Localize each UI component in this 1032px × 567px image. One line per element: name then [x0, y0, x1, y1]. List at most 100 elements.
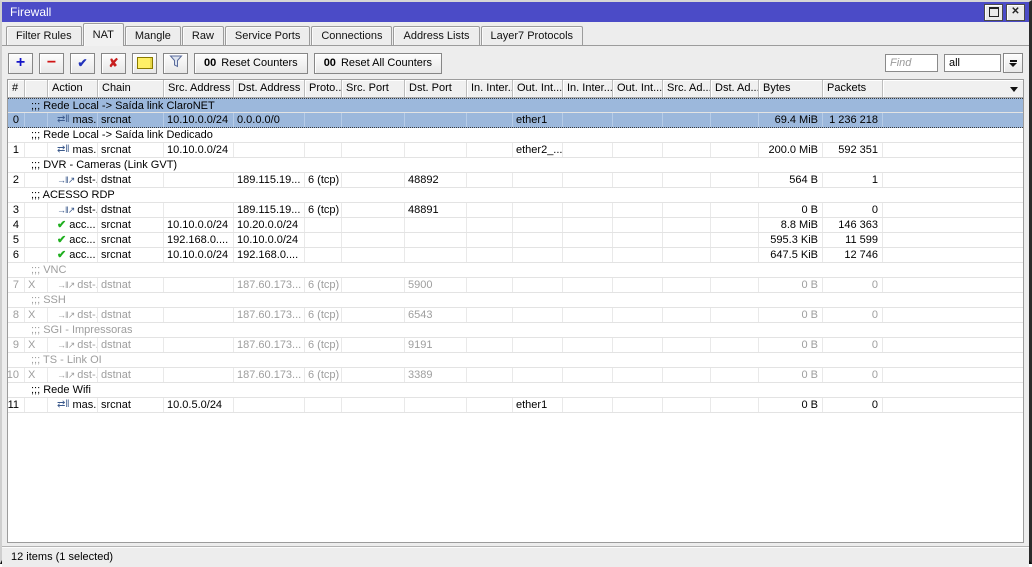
comment-row[interactable]: ;;; ACESSO RDP: [8, 188, 1023, 203]
comment-text: ;;; TS - Link OI: [31, 354, 102, 366]
cell-in_interface: [467, 248, 513, 262]
cell-src_port: [342, 368, 405, 382]
cell-dst_address: 189.115.19...: [234, 173, 305, 187]
cell-protocol: [305, 398, 342, 412]
comment-row[interactable]: ;;; Rede Local -> Saída link Dedicado: [8, 128, 1023, 143]
disable-button[interactable]: ✘: [101, 52, 126, 74]
cell-out_interface: [513, 248, 563, 262]
column-header-dst_address_list[interactable]: Dst. Ad...: [711, 80, 759, 97]
nat-rule-row[interactable]: 11 ⇄‖mas...srcnat10.0.5.0/24 ether1 0 B0: [8, 398, 1023, 413]
column-header-out_interface[interactable]: Out. Int...: [513, 80, 563, 97]
nat-rule-row[interactable]: 4 ✔ acc... srcnat 10.10.0.0/24 10.20.0.0/24 8.…: [8, 218, 1023, 233]
cell-src_address_list: [663, 338, 711, 352]
dst-nat-icon: →‖↗: [57, 204, 75, 215]
comment-row[interactable]: ;;; TS - Link OI: [8, 353, 1023, 368]
column-header-src_port[interactable]: Src. Port: [342, 80, 405, 97]
tab-layer7-protocols[interactable]: Layer7 Protocols: [480, 26, 584, 45]
enable-button[interactable]: ✔: [70, 52, 95, 74]
cell-src_port: [342, 278, 405, 292]
comment-row[interactable]: ;;; Rede Local -> Saída link ClaroNET: [8, 98, 1023, 113]
cell-out_interface_list: [613, 143, 663, 157]
title-bar[interactable]: Firewall ✕: [2, 2, 1029, 22]
tab-service-ports[interactable]: Service Ports: [224, 26, 311, 45]
action-label: dst-...: [77, 309, 98, 321]
nat-rule-row[interactable]: 6 ✔ acc... srcnat 10.10.0.0/24 192.168.0.... 6…: [8, 248, 1023, 263]
nat-rule-row[interactable]: 2 →‖↗dst-...dstnat 189.115.19...6 (tcp) 488…: [8, 173, 1023, 188]
column-header-action[interactable]: Action: [48, 80, 98, 97]
action-label: acc...: [69, 219, 96, 231]
cell-filler: [883, 173, 1023, 187]
comment-row[interactable]: ;;; SSH: [8, 293, 1023, 308]
cell-chain: srcnat: [98, 218, 164, 232]
comment-button[interactable]: [132, 52, 157, 74]
column-selector-icon[interactable]: [1010, 87, 1018, 92]
cell-src_port: [342, 173, 405, 187]
nat-rule-row[interactable]: 1 ⇄‖mas...srcnat10.10.0.0/24 ether2_... 200…: [8, 143, 1023, 158]
nat-rule-row[interactable]: 9X→‖↗dst-...dstnat187.60.173...6 (tcp)91…: [8, 338, 1023, 353]
scope-combo[interactable]: all: [944, 53, 1023, 73]
column-header-in_interface_list[interactable]: In. Inter...: [563, 80, 613, 97]
cell-dst_address: 10.20.0.0/24: [234, 218, 305, 232]
find-input[interactable]: [885, 54, 938, 72]
remove-button[interactable]: −: [39, 52, 64, 74]
column-header-out_interface_list[interactable]: Out. Int...: [613, 80, 663, 97]
column-header-dst_port[interactable]: Dst. Port: [405, 80, 467, 97]
cell-bytes: 647.5 KiB: [759, 248, 823, 262]
add-button[interactable]: +: [8, 52, 33, 74]
cell-src_port: [342, 398, 405, 412]
column-header-src_address_list[interactable]: Src. Ad...: [663, 80, 711, 97]
column-header-protocol[interactable]: Proto...: [305, 80, 342, 97]
nat-rule-row[interactable]: 8X→‖↗dst-...dstnat187.60.173...6 (tcp)65…: [8, 308, 1023, 323]
nat-rule-row[interactable]: 7X→‖↗dst-...dstnat187.60.173...6 (tcp)59…: [8, 278, 1023, 293]
comment-row[interactable]: ;;; SGI - Impressoras: [8, 323, 1023, 338]
column-header-packets[interactable]: Packets: [823, 80, 883, 97]
column-header-in_interface[interactable]: In. Inter...: [467, 80, 513, 97]
nat-rule-row[interactable]: 10X→‖↗dst-...dstnat187.60.173...6 (tcp)3…: [8, 368, 1023, 383]
maximize-button[interactable]: [984, 3, 1003, 21]
cell-packets: 12 746: [823, 248, 883, 262]
cell-in_interface_list: [563, 248, 613, 262]
cell-src_address_list: [663, 218, 711, 232]
maximize-icon: [988, 7, 999, 17]
cell-bytes: 69.4 MiB: [759, 113, 823, 127]
filter-button[interactable]: [163, 52, 188, 74]
note-icon: [136, 57, 153, 69]
cell-out_interface_list: [613, 113, 663, 127]
cell-out_interface: [513, 278, 563, 292]
reset-all-counters-button[interactable]: 00 Reset All Counters: [313, 52, 443, 74]
nat-rule-row[interactable]: 0 ⇄‖mas...srcnat10.10.0.0/240.0.0.0/0 ethe…: [8, 113, 1023, 128]
cell-num: 2: [8, 173, 25, 187]
column-header-src_address[interactable]: Src. Address: [164, 80, 234, 97]
column-header-bytes[interactable]: Bytes: [759, 80, 823, 97]
cell-in_interface_list: [563, 233, 613, 247]
cell-num: 0: [8, 113, 25, 127]
tab-mangle[interactable]: Mangle: [124, 26, 181, 45]
action-label: dst-...: [77, 204, 98, 216]
comment-row[interactable]: ;;; DVR - Cameras (Link GVT): [8, 158, 1023, 173]
comment-row[interactable]: ;;; VNC: [8, 263, 1023, 278]
cell-bytes: 0 B: [759, 278, 823, 292]
tab-raw[interactable]: Raw: [181, 26, 224, 45]
table-header: # Action Chain Src. Address Dst. Address Prot…: [8, 80, 1023, 98]
cell-dst_port: [405, 218, 467, 232]
cell-filler: [883, 248, 1023, 262]
close-button[interactable]: ✕: [1006, 3, 1025, 21]
comment-row[interactable]: ;;; Rede Wifi: [8, 383, 1023, 398]
cell-in_interface: [467, 233, 513, 247]
tab-connections[interactable]: Connections: [311, 26, 393, 45]
nat-rule-row[interactable]: 3 →‖↗dst-...dstnat 189.115.19...6 (tcp) 488…: [8, 203, 1023, 218]
scope-dropdown-button[interactable]: [1003, 53, 1023, 73]
tab-address-lists[interactable]: Address Lists: [393, 26, 480, 45]
comment-text: ;;; Rede Wifi: [31, 384, 91, 396]
column-header-dst_address[interactable]: Dst. Address: [234, 80, 305, 97]
column-header-num[interactable]: #: [8, 80, 25, 97]
tab-nat[interactable]: NAT: [82, 23, 124, 46]
column-header-chain[interactable]: Chain: [98, 80, 164, 97]
column-header-flag[interactable]: [25, 80, 48, 97]
nat-rule-row[interactable]: 5 ✔ acc... srcnat 192.168.0.... 10.10.0.0/24 5…: [8, 233, 1023, 248]
tab-filter-rules[interactable]: Filter Rules: [6, 26, 82, 45]
cell-in_interface_list: [563, 218, 613, 232]
toolbar: + − ✔ ✘ 00 Reset Counters 00 Reset All Counte…: [2, 46, 1029, 79]
reset-counters-button[interactable]: 00 Reset Counters: [194, 52, 308, 74]
cell-flag: [25, 233, 48, 247]
